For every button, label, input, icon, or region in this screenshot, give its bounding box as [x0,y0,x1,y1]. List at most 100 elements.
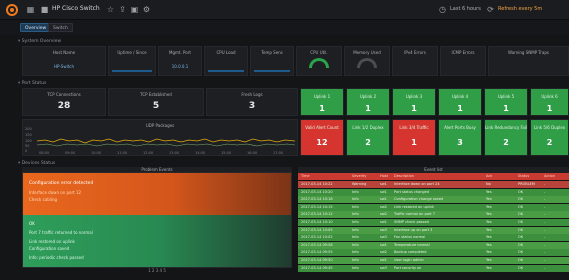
column-header[interactable]: Status [518,173,542,180]
grid-icon[interactable]: ▦ [26,5,35,14]
table-cell: Fan status normal [394,235,426,240]
refresh-icon[interactable]: ⟳ [486,5,495,14]
problem-events-panel[interactable]: Configuration error detected Interface d… [22,172,292,268]
sparkline [208,70,244,72]
table-row[interactable]: 2017-03-14 10:20 Info sw1 Port status chang… [298,188,569,196]
panel-title: Host Name [52,50,76,55]
table-cell: sw3 [380,265,387,270]
table-cell: sw1 [380,242,387,247]
table-cell: Info [352,265,359,270]
uptime-panel[interactable]: Uptime / Since [108,46,156,76]
panel-value: 28 [57,101,71,111]
tab-switch[interactable]: Switch [48,23,73,32]
mgmt-port-panel[interactable]: Mgmt. Port 10.0.0.1 [158,46,202,76]
log-line: Interface down on port 12 [29,190,82,195]
ipv4-errors-panel[interactable]: IPv4 Errors [392,46,438,76]
table-row[interactable]: 2017-03-14 09:55 Info sw2 Backup completed Y… [298,249,569,257]
uplink-stat-tile[interactable]: Uplink 2 1 [346,88,390,116]
column-header[interactable]: Description [394,173,482,180]
stat-value: 1 [365,104,371,113]
host-name-panel[interactable]: Host Name HP-Switch [22,46,106,76]
table-row[interactable]: 2017-03-14 10:10 Info sw1 SNMP check passed… [298,219,569,226]
table-row[interactable]: 2017-03-14 10:15 Info sw2 Link restored on … [298,203,569,211]
fresh-logs-panel[interactable]: Fresh Logs 3 [206,88,298,116]
log-line: Configuration saved [29,246,70,251]
uplink-stat-tile[interactable]: Uplink 6 1 [530,88,569,116]
table-row[interactable]: 2017-03-14 09:58 Info sw1 Temperature norma… [298,241,569,249]
alert-ports-busy-tile[interactable]: Alert Ports Busy 3 [438,119,482,156]
valid-alert-count-tile[interactable]: Valid Alert Count 12 [300,119,344,156]
grafana-logo-icon[interactable] [6,4,18,16]
table-row[interactable]: 2017-03-14 10:18 Info sw1 Configuration cha… [298,196,569,204]
table-cell: Port security ok [394,265,422,270]
table-cell: - [544,204,546,209]
column-header[interactable]: Time [301,173,349,180]
star-icon[interactable]: ☆ [106,5,115,14]
snmp-traps-panel[interactable]: Warning SNMP Traps [488,46,569,76]
refresh-interval[interactable]: Refresh every 5m [498,6,542,12]
save-icon[interactable]: ▣ [130,5,139,14]
table-cell: Temperature normal [394,242,430,247]
cpu-util-gauge-panel[interactable]: CPU Util. [296,46,342,76]
log-line: Link restored on uplink [29,239,75,244]
udp-packages-graph-panel[interactable]: UDP Packages 200 150 100 50 0 08:00 09:0… [22,119,298,156]
table-cell: OK [518,212,524,217]
link-redundancy-tile[interactable]: Link Redundancy Fail 2 [484,119,528,156]
column-header[interactable]: Severity [352,173,378,180]
x-tick: 14:00 [195,151,206,155]
share-icon[interactable]: ⇪ [118,5,127,14]
row-header-system-overview[interactable]: System Overview [18,39,61,44]
link-duplex-tile[interactable]: Link 1/2 Duplex 2 [346,119,390,156]
y-tick: 0 [25,149,28,153]
temp-sensor-panel[interactable]: Temp Sens [250,46,294,76]
dashboard-icon[interactable]: ■ [40,5,49,14]
table-row[interactable]: 2017-03-14 09:45 Info sw3 Port security ok Y… [298,264,569,272]
table-cell: 2017-03-14 09:58 [301,242,333,247]
table-row[interactable]: 2017-03-14 09:50 Info sw1 User login admin Y… [298,257,569,264]
column-header[interactable]: Ack [486,173,516,180]
table-row[interactable]: 2017-03-14 10:02 Info sw3 Fan status normal… [298,234,569,242]
uplink-stat-tile[interactable]: Uplink 5 1 [484,88,528,116]
table-row[interactable]: 2017-03-14 10:12 Info sw2 Traffic normal on… [298,211,569,219]
sparkline [112,70,152,72]
column-header[interactable]: Action [544,173,568,180]
table-row[interactable]: 2017-03-14 10:22 Warning sw1 Interface down… [298,181,569,188]
zoom-out-icon[interactable]: ◷ [438,5,447,14]
stat-title: Link 5/6 Duplex [533,125,566,130]
panel-title: Warning SNMP Traps [508,50,549,55]
table-cell: 2017-03-14 09:55 [301,250,333,255]
cpu-load-panel[interactable]: CPU Load [204,46,248,76]
table-cell: Yes [486,189,492,194]
tcp-established-panel[interactable]: TCP Established 5 [108,88,204,116]
log-pagination[interactable]: 1 2 3 4 5 [22,268,292,273]
uplink-stat-tile[interactable]: Uplink 1 1 [300,88,344,116]
stat-value: 2 [546,138,553,147]
table-cell: OK [518,227,524,232]
link-traffic-tile[interactable]: Link 3/4 Traffic 1 [392,119,436,156]
row-header-port-status[interactable]: Port Status [18,81,47,86]
tab-overview[interactable]: Overview [20,23,52,32]
stat-value: 2 [365,138,371,147]
uplink-stat-tile[interactable]: Uplink 4 1 [438,88,482,116]
link-duplex-tile-2[interactable]: Link 5/6 Duplex 2 [530,119,569,156]
table-cell: Port status changed [394,189,430,194]
tcp-connections-panel[interactable]: TCP Connections 28 [22,88,106,116]
table-cell: Info [352,197,359,202]
log-line: Port 7 traffic returned to normal [29,230,93,235]
settings-icon[interactable]: ⚙ [142,5,151,14]
panel-value: 3 [248,101,256,111]
memory-used-gauge-panel[interactable]: Memory Used [344,46,390,76]
stat-title: Alert Ports Busy [444,125,476,130]
icmp-errors-panel[interactable]: ICMP Errors [440,46,486,76]
panel-title: CPU Load [216,50,236,55]
table-cell: Yes [486,235,492,240]
table-row[interactable]: 2017-03-14 10:05 Info sw3 Interface up on p… [298,226,569,234]
table-cell: 2017-03-14 10:15 [301,204,333,209]
column-header[interactable]: Host [380,173,392,180]
time-range-picker[interactable]: Last 6 hours [450,6,481,12]
table-cell: Info [352,235,359,240]
table-cell: sw3 [380,235,387,240]
uplink-stat-tile[interactable]: Uplink 3 1 [392,88,436,116]
row-header-devices-status[interactable]: Devices Status [18,161,56,166]
dashboard-title[interactable]: HP Cisco Switch [52,5,100,12]
